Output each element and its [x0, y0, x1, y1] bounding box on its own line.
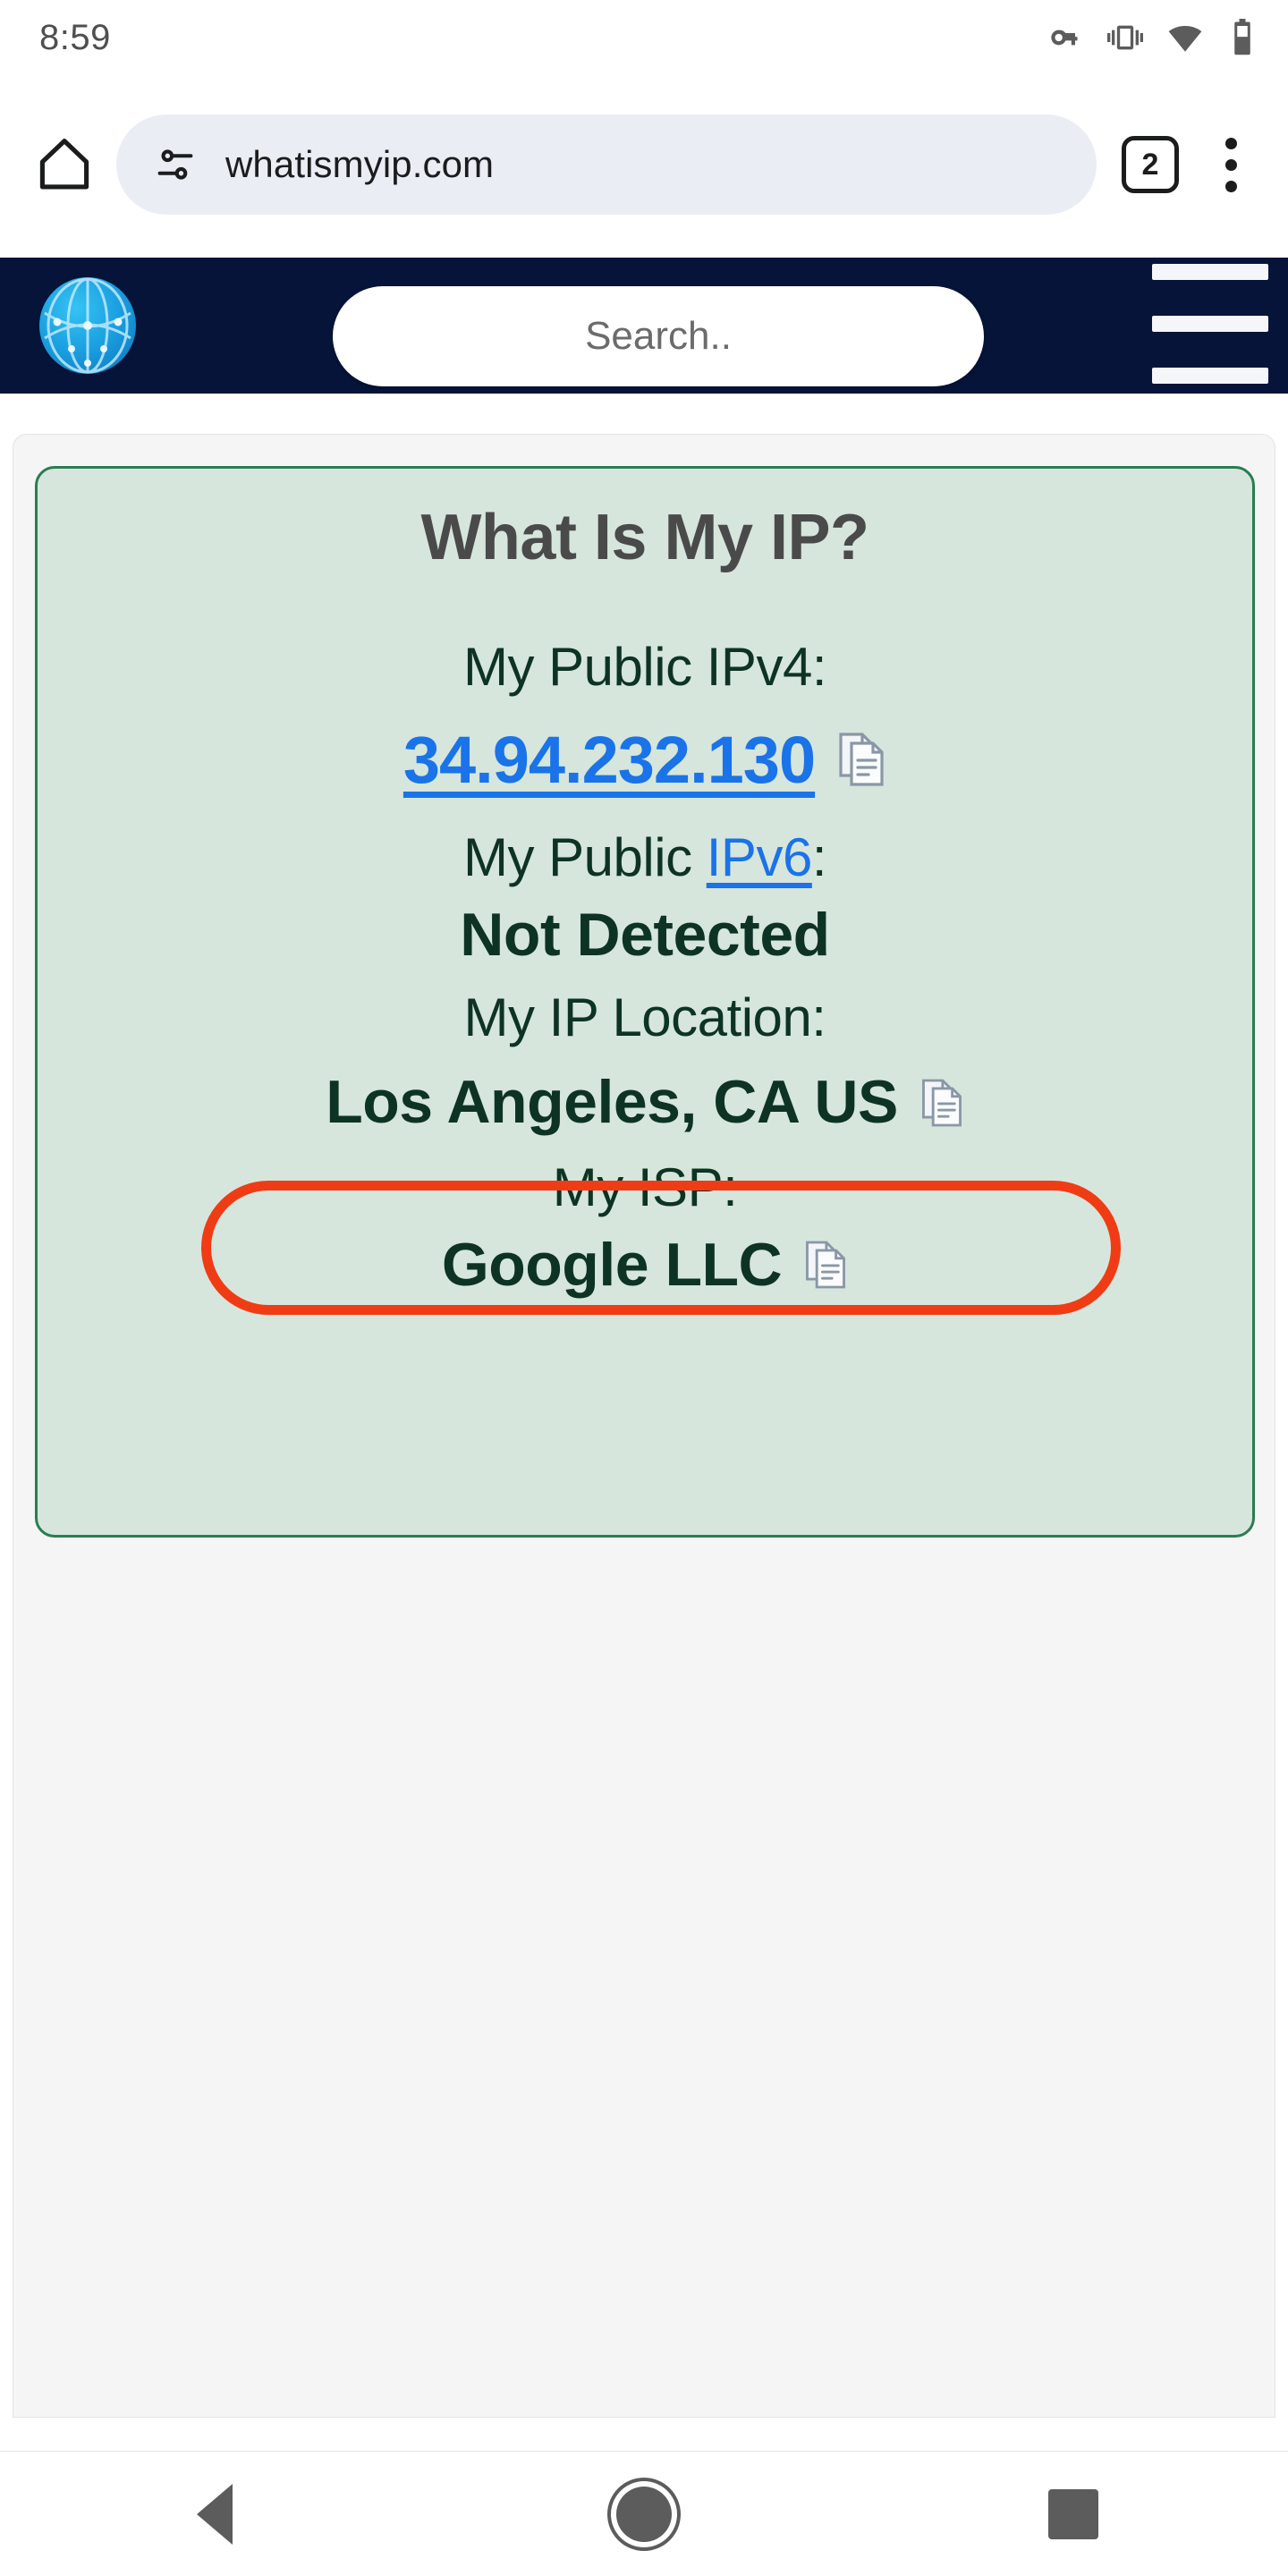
- ip-info-card: What Is My IP? My Public IPv4: 34.94.232…: [35, 466, 1255, 1538]
- android-nav-bar: [0, 2451, 1288, 2576]
- ipv6-label: My Public IPv6:: [38, 826, 1252, 887]
- ipv6-value: Not Detected: [460, 900, 830, 969]
- site-search-placeholder: Search..: [585, 314, 732, 358]
- whatismyip-globe-logo[interactable]: [39, 277, 136, 374]
- phone-screen: 8:59 whatismyip.com 2 Search.. What Is M…: [0, 0, 1288, 2576]
- isp-value: Google LLC: [441, 1230, 783, 1299]
- recents-button[interactable]: [993, 2452, 1154, 2576]
- kebab-menu-icon[interactable]: [1199, 123, 1263, 206]
- home-icon[interactable]: [23, 123, 106, 206]
- omnibox[interactable]: whatismyip.com: [116, 114, 1097, 215]
- hamburger-menu-icon[interactable]: [1152, 245, 1268, 397]
- copy-to-clipboard-icon-location[interactable]: [919, 1078, 964, 1128]
- ip-location-label: My IP Location:: [463, 987, 826, 1048]
- url-text[interactable]: whatismyip.com: [225, 143, 494, 186]
- page-content: What Is My IP? My Public IPv4: 34.94.232…: [0, 394, 1288, 2451]
- site-header: Search..: [0, 258, 1288, 394]
- ipv6-link[interactable]: IPv6: [707, 827, 813, 887]
- site-search-input[interactable]: Search..: [333, 286, 984, 386]
- back-button[interactable]: [134, 2452, 295, 2576]
- ip-location-row: Los Angeles, CA US: [38, 1068, 1252, 1137]
- ipv4-row: 34.94.232.130: [38, 722, 1252, 798]
- browser-toolbar: whatismyip.com 2: [0, 75, 1288, 254]
- status-clock: 8:59: [39, 18, 111, 57]
- vibrate-icon: [1107, 20, 1143, 55]
- copy-to-clipboard-icon-isp[interactable]: [803, 1240, 848, 1290]
- content-container: What Is My IP? My Public IPv4: 34.94.232…: [13, 434, 1275, 2418]
- status-bar: 8:59: [0, 0, 1288, 75]
- isp-row: Google LLC: [38, 1233, 1252, 1297]
- battery-icon: [1227, 19, 1258, 56]
- ipv6-label-suffix: :: [811, 826, 827, 887]
- vpn-key-icon: [1048, 20, 1084, 55]
- isp-label: My ISP:: [552, 1157, 738, 1217]
- copy-to-clipboard-icon-ipv4[interactable]: [836, 732, 886, 787]
- status-icon-group: [1048, 19, 1258, 56]
- ipv6-label-prefix: My Public: [463, 826, 707, 887]
- page-title: What Is My IP?: [420, 502, 869, 573]
- tab-counter[interactable]: 2: [1122, 136, 1179, 193]
- ip-location-value: Los Angeles, CA US: [326, 1068, 898, 1137]
- site-settings-icon[interactable]: [152, 141, 199, 188]
- home-button[interactable]: [564, 2452, 724, 2576]
- ipv4-value-link[interactable]: 34.94.232.130: [403, 722, 816, 798]
- wifi-icon: [1166, 19, 1204, 56]
- ipv4-label: My Public IPv4:: [463, 636, 826, 697]
